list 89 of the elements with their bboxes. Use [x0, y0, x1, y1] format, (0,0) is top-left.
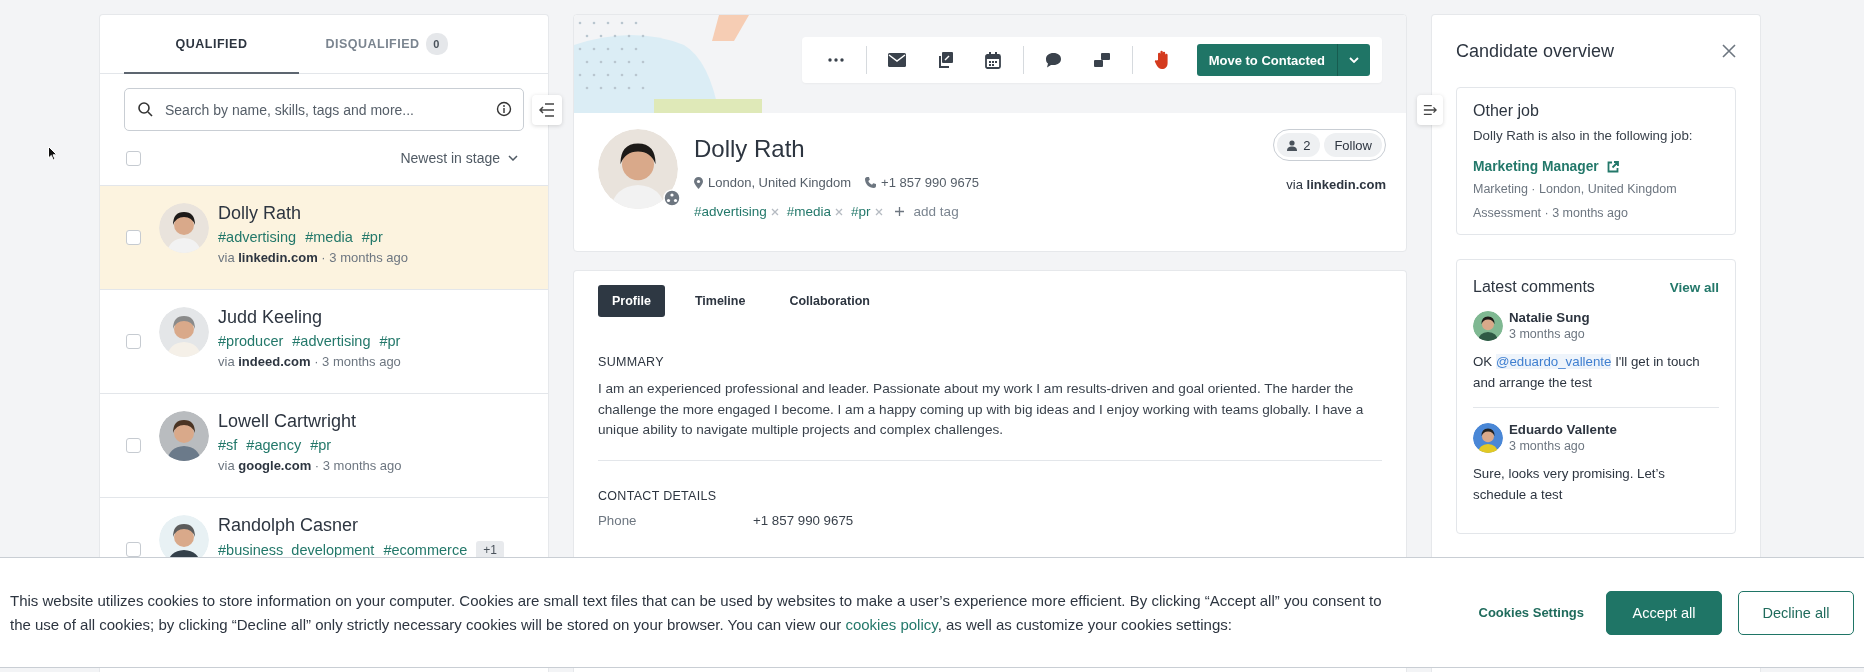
card-heading: Latest comments	[1473, 278, 1595, 296]
candidate-name: Judd Keeling	[218, 307, 324, 328]
field-value: +1 857 990 9675	[753, 512, 854, 528]
accept-all-button[interactable]: Accept all	[1606, 590, 1722, 635]
candidate-name: Lowell Cartwright	[218, 411, 358, 432]
location-icon	[694, 176, 703, 189]
chevron-down-icon	[508, 155, 518, 161]
avatar	[159, 411, 209, 461]
candidate-row[interactable]: Lowell Cartwright #sf #agency #pr via google.com · 3 months ago	[100, 394, 548, 498]
tag[interactable]: #advertising	[694, 204, 767, 219]
sort-dropdown[interactable]: Newest in stage	[394, 149, 524, 167]
network-badge-icon	[663, 189, 681, 207]
source-text: via linkedin.com	[1286, 177, 1386, 192]
tag[interactable]: #media	[305, 229, 353, 245]
job-link[interactable]: Marketing Manager	[1473, 159, 1599, 174]
candidate-row[interactable]: Dolly Rath #advertising #media #pr via linkedin.com · 3 months ago	[100, 186, 548, 290]
summary-text: I am an experienced professional and leader. Passionate about my work I am results-driven and goal oriented. The harder the challenge the more engaged I become. I am a happy coming up with big ideas and I enjoy working with teams globally. I have a unique ability to navigate multiple projects and complex challenges.	[598, 380, 1365, 439]
avatar	[159, 307, 209, 357]
section-heading: SUMMARY	[598, 355, 665, 369]
location-text: London, United Kingdom	[708, 175, 852, 190]
tag[interactable]: #producer	[218, 333, 284, 349]
comment-author: Natalie Sung	[1509, 310, 1590, 325]
candidate-name: Randolph Casner	[218, 515, 360, 536]
comment-text: Sure, looks very promising. Let’s schedule a test	[1473, 465, 1666, 504]
tag[interactable]: #ecommerce	[383, 542, 468, 558]
count-badge: 0	[425, 32, 448, 55]
checkbox[interactable]	[126, 542, 141, 557]
tag[interactable]: #agency	[246, 437, 302, 453]
source-text: via indeed.com · 3 months ago	[218, 354, 401, 369]
source-text: via google.com · 3 months ago	[218, 458, 402, 473]
job-meta: Marketing · London, United Kingdom	[1473, 182, 1678, 196]
phone-icon	[865, 177, 877, 188]
list-tab[interactable]: QUALIFIED	[124, 15, 299, 74]
comment-time: 3 months ago	[1509, 439, 1586, 453]
follow-button[interactable]: Follow	[1324, 133, 1382, 157]
collapse-panel-button[interactable]	[532, 95, 562, 125]
tag[interactable]: #pr	[851, 204, 871, 219]
tag[interactable]: #pr	[361, 229, 383, 245]
expand-panel-button[interactable]	[1417, 95, 1443, 125]
decline-all-button[interactable]: Decline all	[1738, 590, 1854, 635]
source-text: via linkedin.com · 3 months ago	[218, 250, 409, 265]
expand-panel-icon	[1423, 104, 1437, 116]
phone-text: +1 857 990 9675	[881, 175, 980, 190]
job-stage: Assessment · 3 months ago	[1473, 206, 1629, 220]
profile-tab[interactable]: Profile	[598, 285, 665, 317]
section-heading: CONTACT DETAILS	[598, 488, 718, 503]
candidate-row[interactable]: Judd Keeling #producer #advertising #pr via indeed.com · 3 months ago	[100, 290, 548, 394]
search-field[interactable]: Search by name, skills, tags and more...	[124, 88, 524, 131]
comment-author: Eduardo Vallente	[1509, 422, 1617, 437]
field-label: Phone	[598, 512, 638, 528]
tag[interactable]: #advertising	[218, 229, 297, 245]
tag[interactable]: #pr	[379, 333, 401, 349]
avatar	[159, 203, 209, 253]
commenter-avatar	[1473, 422, 1503, 453]
external-link-icon[interactable]	[1606, 160, 1619, 173]
cookie-notice-text: This website utilizes cookies to store information on your computer. Cookies are small text files that can be used by websites to make a user’s experience more efficient. By clicking “Accept all” you consent to the use of all cookies; by clicking “Decline all” only strictly necessary cookies will be stored on your browser. You can view our cookies policy, as well as customize your cookies settings:	[10, 590, 1383, 635]
person-icon	[1287, 139, 1298, 151]
mention-link[interactable]: @eduardo_vallente	[1495, 354, 1612, 369]
search-icon	[137, 101, 153, 117]
close-icon[interactable]	[1722, 44, 1736, 58]
select-all-checkbox[interactable]	[126, 150, 141, 166]
intro-text: Dolly Rath is also in the following job:	[1473, 128, 1694, 143]
plus-icon	[894, 207, 904, 216]
add-tag-button[interactable]: add tag	[913, 204, 959, 219]
view-all-link[interactable]: View all	[1669, 279, 1719, 295]
candidate-name: Dolly Rath	[694, 135, 806, 163]
cookies-settings-button[interactable]: Cookies Settings	[1472, 604, 1590, 621]
collapse-panel-icon	[539, 103, 555, 117]
info-icon[interactable]	[496, 101, 512, 117]
checkbox[interactable]	[126, 230, 141, 245]
tag[interactable]: #sf	[218, 437, 238, 453]
checkbox[interactable]	[126, 438, 141, 453]
list-tab[interactable]: DISQUALIFIED 0	[299, 15, 474, 74]
comment-time: 3 months ago	[1509, 327, 1586, 341]
panel-title: Candidate overview	[1456, 40, 1615, 62]
tag[interactable]: #media	[786, 204, 832, 219]
follower-count[interactable]: 2	[1277, 133, 1321, 157]
tag[interactable]: #advertising	[292, 333, 371, 349]
cookies-policy-link[interactable]: cookies policy	[845, 615, 938, 633]
profile-tab[interactable]: Timeline	[680, 285, 760, 317]
profile-tab[interactable]: Collaboration	[775, 285, 884, 317]
cursor-icon	[48, 146, 58, 161]
candidate-name: Dolly Rath	[218, 203, 303, 224]
tag[interactable]: #business_development	[218, 542, 375, 558]
card-heading: Other job	[1473, 102, 1540, 120]
commenter-avatar	[1473, 310, 1503, 341]
comment-text: OK @eduardo_vallente I'll get in touch and arrange the test	[1473, 353, 1701, 392]
tag[interactable]: #pr	[310, 437, 332, 453]
checkbox[interactable]	[126, 334, 141, 349]
